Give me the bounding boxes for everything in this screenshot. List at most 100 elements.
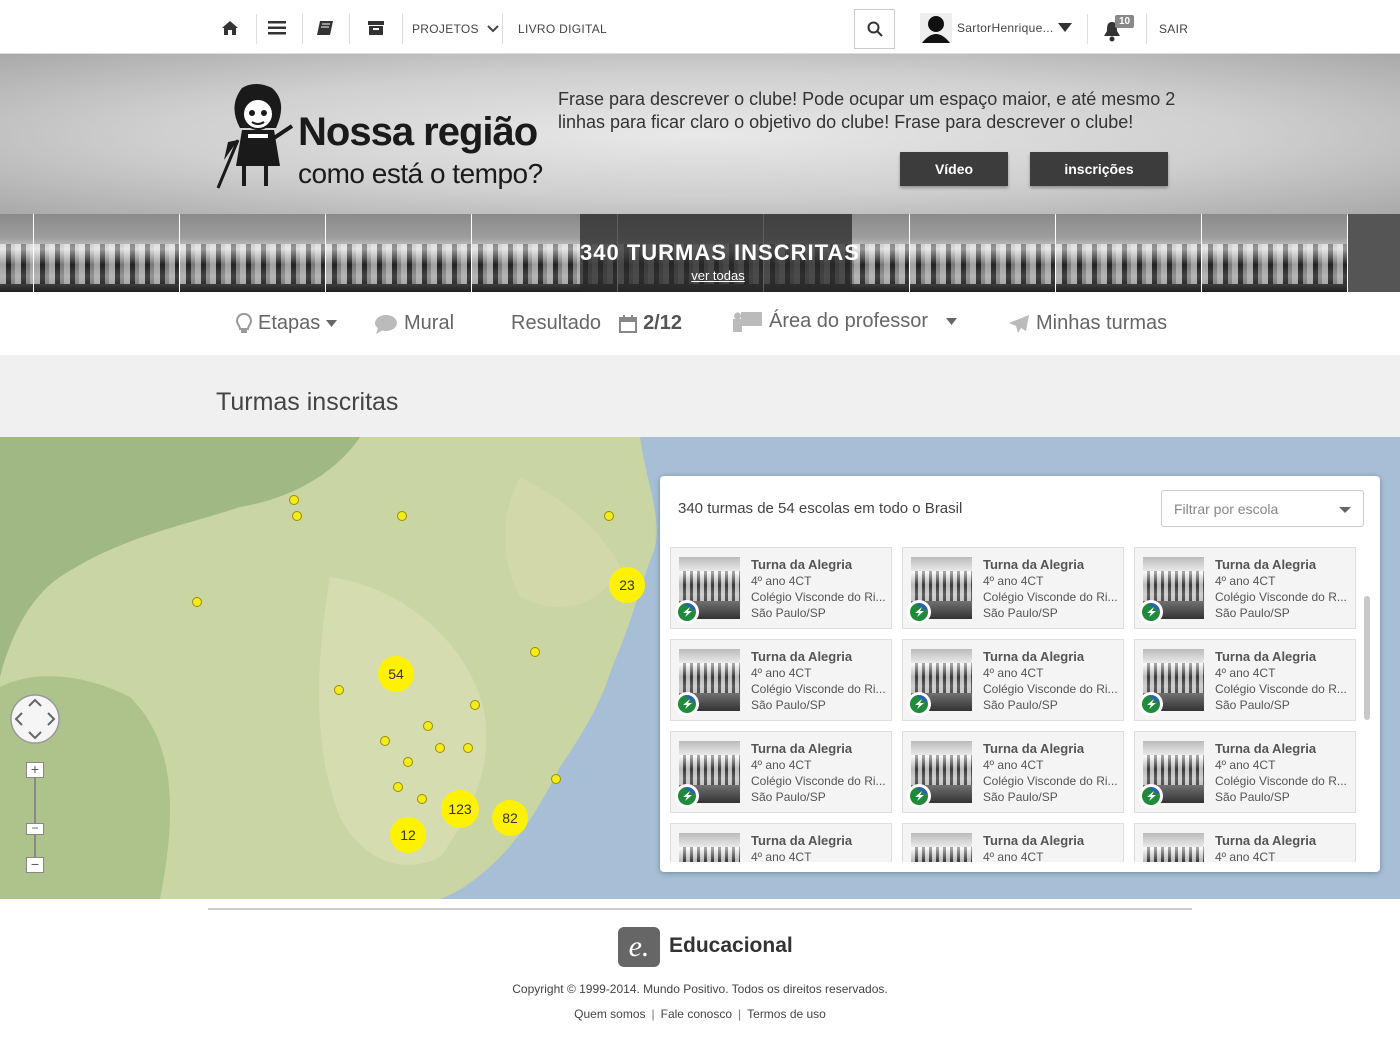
class-card[interactable]: Turna da Alegria 4º ano 4CT Colégio Viscon…	[1134, 639, 1356, 721]
school-marker[interactable]	[393, 782, 403, 792]
separator: |	[738, 1007, 742, 1021]
school-marker[interactable]	[470, 700, 480, 710]
see-all-link[interactable]: ver todas	[580, 268, 856, 283]
class-photo[interactable]	[0, 214, 34, 292]
divider	[502, 14, 503, 44]
school-marker[interactable]	[604, 511, 614, 521]
class-grade: 4º ano 4CT	[1215, 666, 1276, 680]
class-city: São Paulo/SP	[751, 790, 826, 804]
school-filter-select[interactable]: Filtrar por escola	[1161, 490, 1364, 527]
school-marker[interactable]	[530, 647, 540, 657]
panel-scrollbar[interactable]	[1364, 596, 1370, 720]
class-photo[interactable]	[326, 214, 472, 292]
zoom-in-icon[interactable]: +	[26, 762, 44, 778]
class-card[interactable]: Turna da Alegria 4º ano 4CT Colégio Viscon…	[1134, 731, 1356, 813]
class-grade: 4º ano 4CT	[751, 758, 812, 772]
zoom-out-icon[interactable]: −	[26, 857, 44, 873]
book-icon[interactable]	[311, 14, 339, 42]
livro-digital-link[interactable]: LIVRO DIGITAL	[518, 22, 607, 36]
map-cluster[interactable]: 82	[492, 800, 528, 836]
classes-count: 340 TURMAS INSCRITAS	[580, 240, 860, 265]
school-badge-icon	[675, 600, 699, 624]
classes-grid[interactable]: Turna da Alegria 4º ano 4CT Colégio Viscon…	[670, 547, 1360, 862]
class-name: Turna da Alegria	[983, 741, 1085, 756]
school-marker[interactable]	[551, 774, 561, 784]
logo-glyph: e.	[628, 930, 650, 963]
class-card[interactable]: Turna da Alegria 4º ano 4CT Colégio Viscon…	[902, 731, 1124, 813]
class-grade: 4º ano 4CT	[1215, 758, 1276, 772]
class-card[interactable]: Turna da Alegria 4º ano 4CT	[670, 823, 892, 862]
menu-icon[interactable]	[263, 14, 291, 42]
school-marker[interactable]	[417, 794, 427, 804]
nav-mural[interactable]: Mural	[374, 312, 454, 335]
school-marker[interactable]	[397, 511, 407, 521]
school-marker[interactable]	[463, 743, 473, 753]
school-marker[interactable]	[403, 757, 413, 767]
school-marker[interactable]	[292, 511, 302, 521]
video-button[interactable]: Vídeo	[900, 152, 1008, 186]
class-school: Colégio Visconde do R...	[1215, 590, 1347, 604]
school-marker[interactable]	[334, 685, 344, 695]
class-card[interactable]: Turna da Alegria 4º ano 4CT Colégio Viscon…	[902, 639, 1124, 721]
school-marker[interactable]	[423, 721, 433, 731]
calendar-icon	[619, 314, 638, 333]
school-marker[interactable]	[192, 597, 202, 607]
lightbulb-icon	[236, 312, 252, 333]
map-cluster[interactable]: 23	[609, 567, 645, 603]
user-caret-icon[interactable]	[1058, 23, 1072, 32]
logout-link[interactable]: SAIR	[1159, 22, 1188, 36]
class-card[interactable]: Turna da Alegria 4º ano 4CT	[1134, 823, 1356, 862]
projetos-menu[interactable]: PROJETOS	[412, 22, 499, 36]
caret-down-icon	[945, 318, 957, 325]
class-card[interactable]: Turna da Alegria 4º ano 4CT Colégio Viscon…	[670, 639, 892, 721]
class-photo[interactable]	[180, 214, 326, 292]
school-marker[interactable]	[435, 743, 445, 753]
class-card[interactable]: Turna da Alegria 4º ano 4CT Colégio Viscon…	[902, 547, 1124, 629]
footer-link-fale-conosco[interactable]: Fale conosco	[661, 1007, 732, 1021]
inscricoes-button[interactable]: inscrições	[1030, 152, 1168, 186]
user-name[interactable]: SartorHenrique...	[957, 21, 1053, 35]
footer-brand[interactable]: Educacional	[669, 934, 793, 958]
school-marker[interactable]	[380, 736, 390, 746]
divider	[1146, 14, 1147, 44]
classes-summary: 340 turmas de 54 escolas em todo o Brasi…	[678, 500, 963, 517]
class-grade: 4º ano 4CT	[983, 574, 1044, 588]
zoom-handle-icon[interactable]: −	[26, 822, 44, 835]
class-card[interactable]: Turna da Alegria 4º ano 4CT	[902, 823, 1124, 862]
search-button[interactable]	[854, 9, 895, 49]
nav-area-professor[interactable]: Área do professor	[733, 310, 957, 333]
educacional-logo[interactable]: e.	[618, 927, 660, 967]
nav-resultado[interactable]: Resultado 2/12	[511, 312, 682, 335]
avatar[interactable]	[920, 13, 952, 43]
zoom-track[interactable]	[34, 773, 36, 865]
top-navbar: PROJETOS LIVRO DIGITAL SartorHenrique...…	[0, 0, 1400, 54]
footer-link-quem-somos[interactable]: Quem somos	[574, 1007, 645, 1021]
class-card[interactable]: Turna da Alegria 4º ano 4CT Colégio Viscon…	[670, 731, 892, 813]
class-card[interactable]: Turna da Alegria 4º ano 4CT Colégio Viscon…	[670, 547, 892, 629]
class-photo[interactable]	[910, 214, 1056, 292]
nav-minhas-turmas[interactable]: Minhas turmas	[1008, 312, 1167, 335]
class-grade: 4º ano 4CT	[1215, 850, 1276, 862]
school-badge-icon	[675, 784, 699, 808]
archive-icon[interactable]	[362, 14, 390, 42]
club-logo-subtitle: como está o tempo?	[298, 158, 543, 189]
nav-etapas[interactable]: Etapas	[236, 312, 338, 335]
class-photo[interactable]	[1202, 214, 1348, 292]
class-photo[interactable]	[1056, 214, 1202, 292]
divider	[349, 14, 350, 44]
class-school: Colégio Visconde do Ri...	[751, 774, 886, 788]
footer-link-termos[interactable]: Termos de uso	[747, 1007, 826, 1021]
class-name: Turna da Alegria	[751, 557, 853, 572]
nav-area-professor-label: Área do professor	[769, 310, 928, 332]
map-cluster[interactable]: 12	[390, 817, 426, 853]
class-card[interactable]: Turna da Alegria 4º ano 4CT Colégio Viscon…	[1134, 547, 1356, 629]
nav-etapas-label: Etapas	[258, 312, 321, 334]
map-cluster[interactable]: 54	[378, 656, 414, 692]
divider	[256, 14, 257, 44]
map-pan-control[interactable]	[9, 693, 61, 745]
home-icon[interactable]	[216, 14, 244, 42]
school-marker[interactable]	[289, 495, 299, 505]
class-photo[interactable]	[34, 214, 180, 292]
chevron-down-icon	[1339, 507, 1351, 513]
map-cluster[interactable]: 123	[441, 790, 479, 828]
